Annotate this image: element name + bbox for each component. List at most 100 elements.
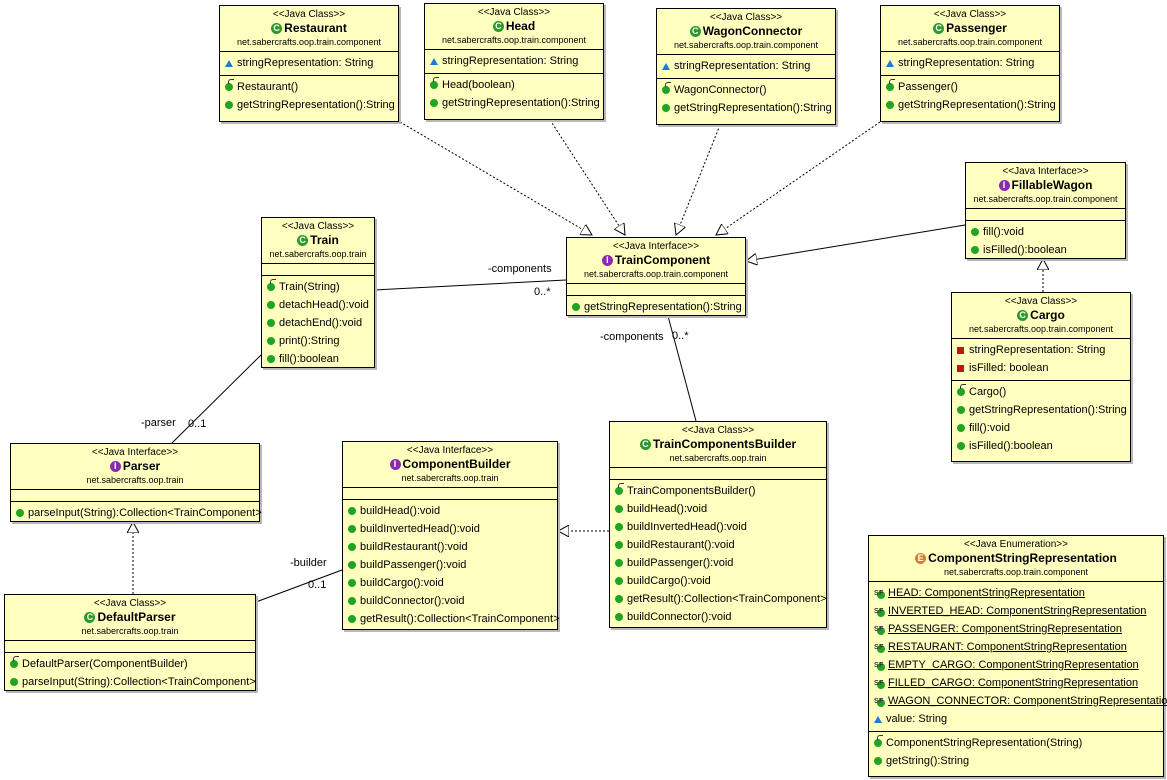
- method-row[interactable]: buildPassenger():void: [610, 554, 826, 572]
- fields-compartment: stringRepresentation: String: [425, 50, 603, 73]
- interface-train-component[interactable]: <<Java Interface>> I TrainComponent net.s…: [566, 237, 746, 316]
- public-method-icon: [971, 246, 979, 254]
- class-cargo[interactable]: <<Java Class>> C Cargo net.sabercrafts.oo…: [951, 292, 1131, 462]
- method-row[interactable]: Restaurant(): [220, 78, 398, 96]
- methods-compartment: ComponentStringRepresentation(String) ge…: [869, 731, 1163, 773]
- static-final-field-icon: SF: [874, 589, 885, 599]
- method-row[interactable]: detachEnd():void: [262, 314, 374, 332]
- public-method-icon: [348, 543, 356, 551]
- method-row[interactable]: parseInput(String):Collection<TrainCompo…: [5, 673, 256, 691]
- field-row[interactable]: stringRepresentation: String: [657, 57, 835, 75]
- class-train-components-builder[interactable]: <<Java Class>> C TrainComponentsBuilder n…: [609, 421, 827, 628]
- enum-constant-row[interactable]: S F PASSENGER: ComponentStringRepresentati…: [869, 620, 1163, 638]
- method-row[interactable]: buildCargo():void: [610, 572, 826, 590]
- public-method-icon: [874, 757, 882, 765]
- method-row[interactable]: Passenger(): [881, 78, 1059, 96]
- class-restaurant[interactable]: <<Java Class>> C Restaurant net.sabercraf…: [219, 5, 399, 122]
- method-row[interactable]: getResult():Collection<TrainComponent>: [610, 590, 827, 608]
- method-row[interactable]: DefaultParser(ComponentBuilder): [5, 655, 255, 673]
- class-icon: C: [271, 23, 283, 34]
- method-row[interactable]: Head(boolean): [425, 76, 603, 94]
- method-row[interactable]: getStringRepresentation():String: [220, 96, 398, 114]
- method-row[interactable]: getStringRepresentation():String: [567, 298, 745, 316]
- method-row[interactable]: buildConnector():void: [343, 592, 557, 610]
- method-row[interactable]: getStringRepresentation():String: [425, 94, 603, 112]
- method-row[interactable]: getString():String: [869, 752, 1163, 770]
- method-row[interactable]: buildHead():void: [610, 500, 826, 518]
- enum-constant-row[interactable]: S F WAGON_CONNECTOR: ComponentStringRepres…: [869, 692, 1167, 710]
- method-row[interactable]: buildRestaurant():void: [343, 538, 557, 556]
- package-name: net.sabercrafts.oop.train.component: [968, 324, 1114, 334]
- field-row[interactable]: value: String: [869, 710, 1163, 728]
- method-row[interactable]: getStringRepresentation():String: [657, 99, 835, 117]
- method-row[interactable]: ComponentStringRepresentation(String): [869, 734, 1163, 752]
- builder-components-role-label: -components: [600, 331, 664, 343]
- field-row[interactable]: stringRepresentation: String: [952, 341, 1130, 359]
- constructor-icon: [10, 656, 19, 668]
- methods-compartment: parseInput(String):Collection<TrainCompo…: [11, 501, 262, 525]
- field-row[interactable]: stringRepresentation: String: [220, 54, 398, 72]
- fields-compartment: [567, 284, 745, 295]
- parser-builder-association-line: [255, 569, 343, 603]
- enum-constant-row[interactable]: S F FILLED_CARGO: ComponentStringRepresent…: [869, 674, 1163, 692]
- method-row[interactable]: detachHead():void: [262, 296, 374, 314]
- stereotype: <<Java Interface>>: [1002, 166, 1089, 177]
- enum-constant-row[interactable]: S F INVERTED_HEAD: ComponentStringRepresen…: [869, 602, 1163, 620]
- method-row[interactable]: isFilled():boolean: [966, 241, 1125, 259]
- interface-parser[interactable]: <<Java Interface>> I Parser net.sabercraf…: [10, 443, 262, 525]
- package-name: net.sabercrafts.oop.train.component: [441, 35, 587, 45]
- public-method-icon: [957, 424, 965, 432]
- method-row[interactable]: Cargo(): [952, 383, 1130, 401]
- static-final-field-icon: SF: [874, 607, 885, 617]
- package-name: net.sabercrafts.oop.train.component: [673, 40, 819, 50]
- method-row[interactable]: buildCargo():void: [343, 574, 557, 592]
- class-passenger[interactable]: <<Java Class>> C Passenger net.sabercraft…: [880, 5, 1060, 122]
- interface-component-builder[interactable]: <<Java Interface>> I ComponentBuilder net…: [342, 441, 560, 630]
- method-row[interactable]: buildInvertedHead():void: [610, 518, 826, 536]
- field-row[interactable]: stringRepresentation: String: [425, 52, 603, 70]
- constructor-icon: [886, 79, 895, 91]
- public-method-icon: [10, 678, 18, 686]
- parser-role-label: -parser: [141, 417, 176, 429]
- method-row[interactable]: fill():boolean: [262, 350, 374, 368]
- constructor-icon: [874, 735, 883, 747]
- class-default-parser[interactable]: <<Java Class>> C DefaultParser net.saberc…: [4, 594, 256, 691]
- interface-fillable-wagon[interactable]: <<Java Interface>> I FillableWagon net.sa…: [965, 162, 1126, 259]
- enum-constant-row[interactable]: S F RESTAURANT: ComponentStringRepresentat…: [869, 638, 1163, 656]
- class-wagon-connector[interactable]: <<Java Class>> C WagonConnector net.saber…: [656, 8, 836, 125]
- enum-constant-row[interactable]: S F HEAD: ComponentStringRepresentation: [869, 584, 1163, 602]
- field-row[interactable]: stringRepresentation: String: [881, 54, 1059, 72]
- method-row[interactable]: buildHead():void: [343, 502, 557, 520]
- method-row[interactable]: getStringRepresentation():String: [881, 96, 1059, 114]
- method-row[interactable]: isFilled():boolean: [952, 437, 1130, 455]
- fields-compartment: [262, 264, 374, 275]
- class-head[interactable]: <<Java Class>> C Head net.sabercrafts.oop…: [424, 3, 604, 120]
- method-row[interactable]: getResult():Collection<TrainComponent>: [343, 610, 560, 628]
- method-row[interactable]: fill():void: [966, 223, 1125, 241]
- method-row[interactable]: WagonConnector(): [657, 81, 835, 99]
- fields-compartment: [343, 488, 557, 499]
- method-row[interactable]: fill():void: [952, 419, 1130, 437]
- method-row[interactable]: Train(String): [262, 278, 374, 296]
- package-field-icon: [874, 715, 882, 723]
- class-name: DefaultParser: [97, 610, 176, 624]
- method-row[interactable]: buildPassenger():void: [343, 556, 557, 574]
- method-row[interactable]: buildRestaurant():void: [610, 536, 826, 554]
- builder-components-multiplicity-label: 0..*: [672, 330, 689, 342]
- public-method-icon: [572, 303, 580, 311]
- method-row[interactable]: getStringRepresentation():String: [952, 401, 1130, 419]
- interface-icon: I: [109, 461, 121, 472]
- method-row[interactable]: TrainComponentsBuilder(): [610, 482, 826, 500]
- enum-constant-row[interactable]: S F EMPTY_CARGO: ComponentStringRepresenta…: [869, 656, 1163, 674]
- enum-component-string-representation[interactable]: <<Java Enumeration>> E ComponentStringRep…: [868, 535, 1167, 777]
- package-name: net.sabercrafts.oop.train.component: [943, 567, 1089, 577]
- field-row[interactable]: isFilled: boolean: [952, 359, 1130, 377]
- stereotype: <<Java Interface>>: [612, 241, 700, 252]
- class-train[interactable]: <<Java Class>> C Train net.sabercrafts.oo…: [261, 217, 375, 368]
- method-row[interactable]: buildConnector():void: [610, 608, 826, 626]
- method-row[interactable]: parseInput(String):Collection<TrainCompo…: [11, 504, 262, 522]
- method-row[interactable]: print():String: [262, 332, 374, 350]
- public-method-icon: [267, 337, 275, 345]
- methods-compartment: WagonConnector() getStringRepresentation…: [657, 78, 835, 120]
- method-row[interactable]: buildInvertedHead():void: [343, 520, 557, 538]
